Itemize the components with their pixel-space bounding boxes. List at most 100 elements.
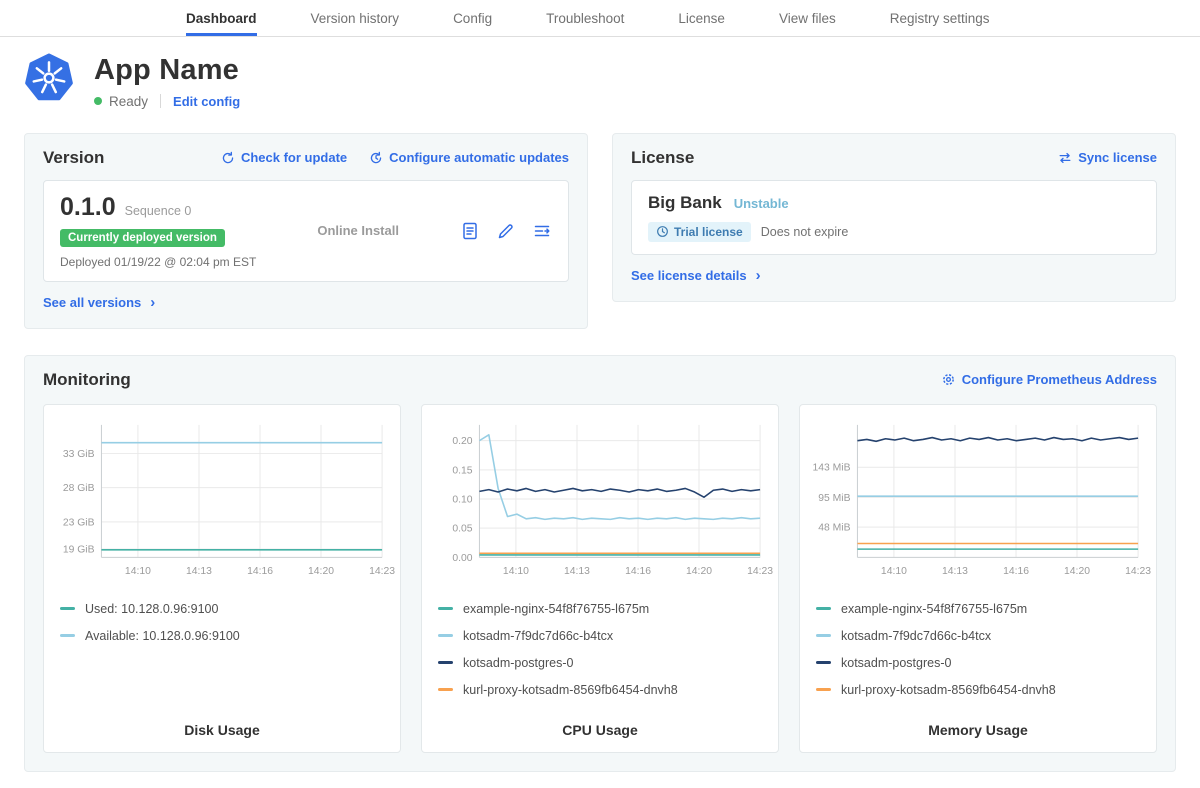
- disk-usage-chart-title: Disk Usage: [54, 710, 390, 738]
- legend-swatch: [816, 688, 831, 691]
- svg-text:0.10: 0.10: [452, 494, 472, 505]
- svg-text:14:16: 14:16: [625, 566, 651, 577]
- tab-view-files[interactable]: View files: [779, 0, 836, 36]
- trial-license-badge: Trial license: [648, 222, 751, 242]
- svg-text:143 MiB: 143 MiB: [813, 463, 851, 474]
- version-number: 0.1.0: [60, 193, 116, 222]
- deployed-badge: Currently deployed version: [60, 229, 225, 247]
- legend-swatch: [438, 634, 453, 637]
- memory-usage-chart-card: 48 MiB95 MiB143 MiB14:1014:1314:1614:201…: [799, 404, 1157, 753]
- disk-usage-legend: Used: 10.128.0.96:9100 Available: 10.128.…: [54, 589, 390, 656]
- legend-item: kotsadm-postgres-0: [438, 656, 762, 670]
- top-nav: Dashboard Version history Config Trouble…: [0, 0, 1200, 37]
- version-card-title: Version: [43, 148, 104, 168]
- configure-automatic-updates-button[interactable]: Configure automatic updates: [369, 150, 569, 165]
- page-title: App Name: [94, 55, 240, 87]
- release-notes-button[interactable]: [460, 221, 480, 241]
- tab-registry-settings[interactable]: Registry settings: [890, 0, 990, 36]
- deployed-timestamp: Deployed 01/19/22 @ 02:04 pm EST: [60, 255, 256, 269]
- charts-row: 19 GiB 23 GiB 28 GiB 33 GiB 14:10 14:13 14:16 1…: [43, 404, 1157, 753]
- license-channel: Unstable: [734, 196, 789, 211]
- license-card: License Sync license Big Bank Unstable: [612, 133, 1176, 302]
- see-license-details-link[interactable]: See license details ›: [631, 268, 761, 283]
- version-card: Version Check for update: [24, 133, 588, 329]
- svg-text:14:10: 14:10: [125, 566, 151, 577]
- cpu-usage-legend: example-nginx-54f8f76755-l675m kotsadm-7f…: [432, 589, 768, 710]
- refresh-icon: [221, 151, 235, 165]
- sync-icon: [1058, 151, 1072, 165]
- tab-dashboard[interactable]: Dashboard: [186, 0, 257, 36]
- tab-license[interactable]: License: [678, 0, 725, 36]
- see-all-versions-link[interactable]: See all versions ›: [43, 295, 155, 310]
- svg-text:28 GiB: 28 GiB: [63, 483, 95, 494]
- check-for-update-label: Check for update: [241, 150, 347, 165]
- svg-text:14:13: 14:13: [942, 566, 968, 577]
- version-info: 0.1.0 Sequence 0 Currently deployed vers…: [60, 193, 256, 269]
- auto-update-clock-icon: [369, 151, 383, 165]
- configure-prometheus-link[interactable]: Configure Prometheus Address: [941, 372, 1157, 387]
- edit-config-values-button[interactable]: [496, 221, 516, 241]
- monitoring-card: Monitoring Configure Prometheus Address …: [24, 355, 1176, 772]
- legend-swatch: [60, 607, 75, 610]
- svg-text:48 MiB: 48 MiB: [818, 522, 850, 533]
- svg-text:14:16: 14:16: [247, 566, 273, 577]
- tab-version-history[interactable]: Version history: [311, 0, 400, 36]
- app-header: App Name Ready Edit config: [0, 37, 1200, 113]
- svg-text:14:13: 14:13: [186, 566, 212, 577]
- disk-usage-chart-card: 19 GiB 23 GiB 28 GiB 33 GiB 14:10 14:13 14:16 1…: [43, 404, 401, 753]
- legend-item: kotsadm-postgres-0: [816, 656, 1140, 670]
- svg-text:95 MiB: 95 MiB: [818, 493, 850, 504]
- check-for-update-button[interactable]: Check for update: [221, 150, 347, 165]
- svg-text:23 GiB: 23 GiB: [63, 517, 95, 528]
- gear-icon: [941, 372, 956, 387]
- svg-text:33 GiB: 33 GiB: [63, 449, 95, 460]
- svg-text:0.20: 0.20: [452, 436, 472, 447]
- tab-config[interactable]: Config: [453, 0, 492, 36]
- legend-item: Available: 10.128.0.96:9100: [60, 629, 384, 643]
- legend-item: example-nginx-54f8f76755-l675m: [816, 602, 1140, 616]
- svg-text:19 GiB: 19 GiB: [63, 544, 95, 555]
- edit-config-link[interactable]: Edit config: [173, 94, 240, 109]
- deploy-logs-button[interactable]: [532, 221, 552, 241]
- svg-text:0.00: 0.00: [452, 553, 472, 564]
- kubernetes-logo-icon: [24, 53, 74, 103]
- version-action-icons: [460, 221, 552, 241]
- monitoring-title: Monitoring: [43, 370, 131, 390]
- memory-usage-chart-title: Memory Usage: [810, 710, 1146, 738]
- legend-label: Used: 10.128.0.96:9100: [85, 602, 218, 616]
- legend-swatch: [816, 661, 831, 664]
- svg-text:14:23: 14:23: [747, 566, 773, 577]
- sync-license-button[interactable]: Sync license: [1058, 150, 1157, 165]
- legend-label: kotsadm-postgres-0: [463, 656, 573, 670]
- cards-row: Version Check for update: [0, 133, 1200, 329]
- license-details-box: Big Bank Unstable Trial license Does not…: [631, 180, 1157, 255]
- install-type-label: Online Install: [317, 223, 399, 238]
- svg-text:14:10: 14:10: [881, 566, 907, 577]
- legend-swatch: [60, 634, 75, 637]
- legend-swatch: [816, 607, 831, 610]
- svg-text:14:20: 14:20: [308, 566, 334, 577]
- legend-label: kotsadm-7f9dc7d66c-b4tcx: [463, 629, 613, 643]
- svg-text:14:23: 14:23: [369, 566, 395, 577]
- chart-series-line: [857, 437, 1138, 441]
- legend-label: Available: 10.128.0.96:9100: [85, 629, 240, 643]
- memory-usage-legend: example-nginx-54f8f76755-l675m kotsadm-7f…: [810, 589, 1146, 710]
- tab-troubleshoot[interactable]: Troubleshoot: [546, 0, 624, 36]
- svg-text:14:20: 14:20: [686, 566, 712, 577]
- svg-text:0.05: 0.05: [452, 524, 472, 535]
- divider: [160, 94, 161, 108]
- legend-label: example-nginx-54f8f76755-l675m: [463, 602, 649, 616]
- legend-swatch: [816, 634, 831, 637]
- legend-label: kurl-proxy-kotsadm-8569fb6454-dnvh8: [841, 683, 1056, 697]
- current-version-box: 0.1.0 Sequence 0 Currently deployed vers…: [43, 180, 569, 282]
- kotsadm-dashboard-page: Dashboard Version history Config Trouble…: [0, 0, 1200, 772]
- legend-label: kotsadm-7f9dc7d66c-b4tcx: [841, 629, 991, 643]
- see-license-details-label: See license details: [631, 268, 747, 283]
- chevron-right-icon: ›: [756, 268, 761, 283]
- sync-license-label: Sync license: [1078, 150, 1157, 165]
- pencil-icon: [496, 221, 516, 241]
- legend-item: Used: 10.128.0.96:9100: [60, 602, 384, 616]
- legend-item: kotsadm-7f9dc7d66c-b4tcx: [438, 629, 762, 643]
- chevron-right-icon: ›: [150, 295, 155, 310]
- legend-item: kotsadm-7f9dc7d66c-b4tcx: [816, 629, 1140, 643]
